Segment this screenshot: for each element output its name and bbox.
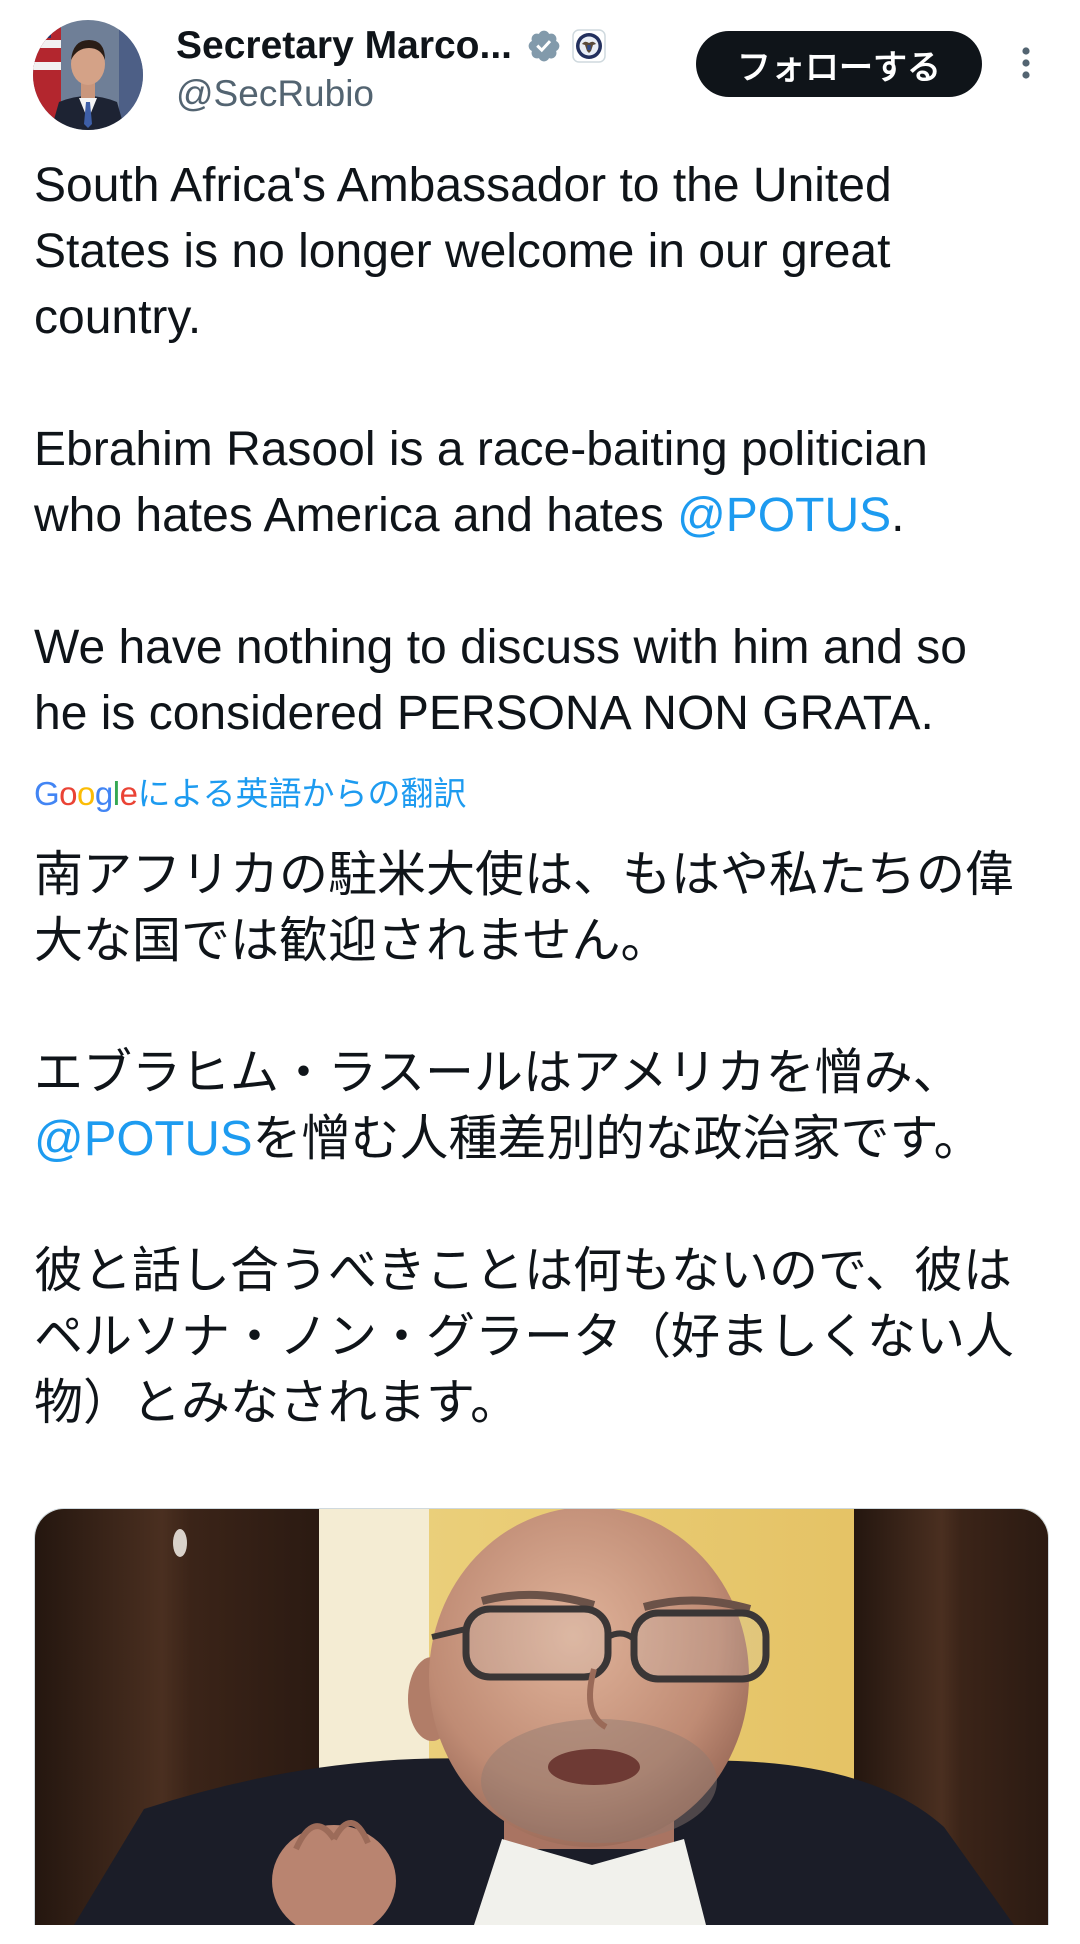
tweet-text-translated: 南アフリカの駐米大使は、もはや私たちの偉 大な国では歓迎されません。 エブラヒム… [34, 842, 1014, 1436]
tweet-text-line: who hates America and hates @POTUS. [34, 483, 967, 549]
more-dot [1022, 59, 1030, 67]
translated-text-line: 南アフリカの駐米大使は、もはや私たちの偉 [34, 848, 1015, 902]
photo-scene [35, 1509, 1048, 1925]
tweet-text-line: We have nothing to discuss with him and … [34, 621, 967, 674]
follow-button[interactable]: フォローする [696, 31, 982, 97]
avatar-photo [33, 20, 143, 130]
tweet-text-segment: . [891, 489, 905, 542]
more-options-icon[interactable] [1016, 42, 1036, 84]
google-logo-letter: o [77, 775, 95, 812]
google-logo-letter: g [94, 775, 113, 812]
flag-stripe [33, 40, 61, 48]
translated-text-line: 物）とみなされます。 [34, 1376, 520, 1430]
seal-shield [587, 45, 591, 50]
tweet-text-line: country. [34, 291, 202, 344]
translated-text-line: エブラヒム・ラスールはアメリカを憎み、 [34, 1046, 962, 1100]
glasses-lens-right [630, 1609, 770, 1683]
translation-label-text: による英語からの翻訳 [137, 775, 467, 812]
translated-text-line: 彼と話し合うべきことは何もないので、彼は [34, 1244, 1013, 1298]
verified-badge-icon[interactable] [526, 28, 562, 64]
google-logo-letter: e [119, 775, 138, 812]
translated-text-line: ペルソナ・ノン・グラータ（好ましくない人 [34, 1310, 1015, 1364]
google-logo: Google [34, 775, 138, 812]
person-mouth [548, 1749, 640, 1785]
tweet-text-line: Ebrahim Rasool is a race-baiting politic… [34, 423, 928, 476]
author-handle[interactable]: @SecRubio [176, 70, 374, 118]
translated-text-segment: を憎む人種差別的な政治家です。 [252, 1112, 983, 1166]
google-logo-letter: l [112, 775, 120, 812]
mention-link-potus[interactable]: @POTUS [34, 1112, 253, 1166]
tweet-text-line: he is considered PERSONA NON GRATA. [34, 687, 934, 740]
author-name-row: Secretary Marco... [176, 22, 606, 70]
profile-avatar[interactable] [33, 20, 143, 130]
more-dot [1022, 71, 1030, 79]
tweet-text-line: South Africa's Ambassador to the United [34, 159, 892, 212]
translation-attribution-link[interactable]: Googleによる英語からの翻訳 [34, 773, 466, 815]
google-logo-letter: G [34, 775, 60, 812]
department-of-state-seal-icon[interactable] [572, 29, 606, 63]
author-name[interactable]: Secretary Marco... [176, 22, 512, 70]
tweet-text-segment: who hates America and hates [34, 489, 678, 542]
flag-stripe [33, 62, 61, 70]
tweet-text-line: States is no longer welcome in our great [34, 225, 891, 278]
mention-link-potus[interactable]: @POTUS [677, 489, 891, 542]
glasses-lens-left [462, 1605, 612, 1681]
more-dot [1022, 47, 1030, 55]
tweet-text-original: South Africa's Ambassador to the United … [34, 153, 967, 747]
flag-canton [33, 20, 51, 38]
tweet-media-photo[interactable] [34, 1508, 1049, 1925]
translated-text-line: 大な国では歓迎されません。 [34, 914, 670, 968]
google-logo-letter: o [59, 775, 78, 812]
light-reflection [173, 1529, 187, 1557]
translated-text-line: @POTUSを憎む人種差別的な政治家です。 [34, 1106, 1014, 1172]
flag-blue [119, 20, 143, 130]
